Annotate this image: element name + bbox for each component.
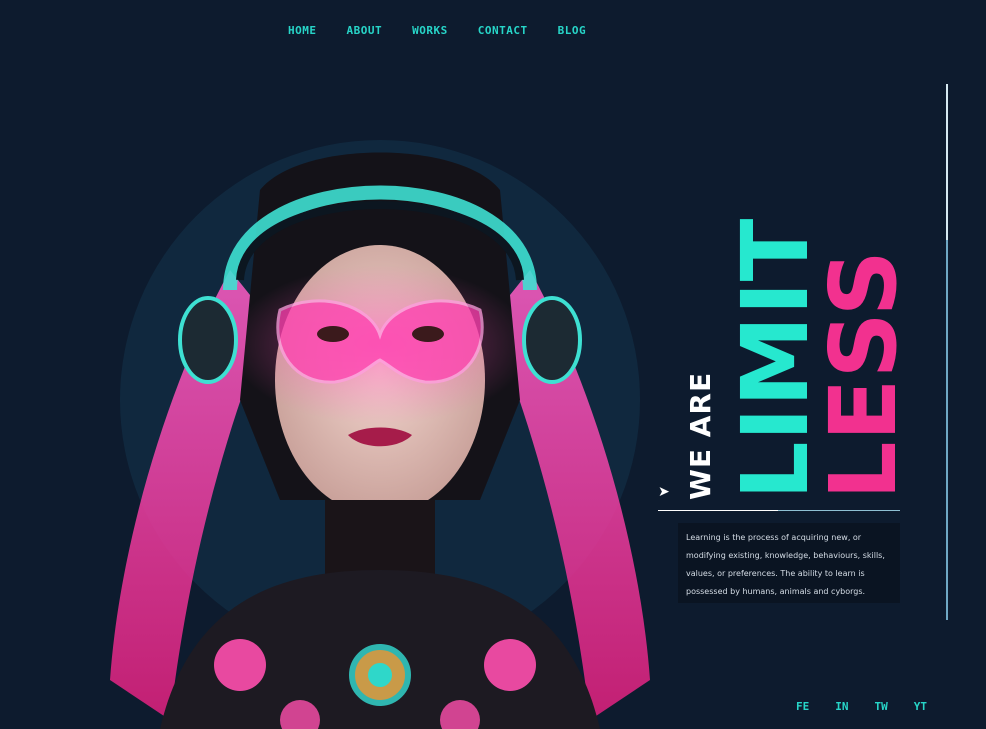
hero-title-limit: LIMIT (722, 218, 829, 500)
title-underline (658, 510, 900, 511)
nav-about[interactable]: ABOUT (347, 24, 383, 37)
social-twitter[interactable]: TW (875, 700, 888, 713)
social-links: FE IN TW YT (796, 700, 927, 713)
arrow-icon[interactable]: ➤ (658, 484, 670, 500)
social-youtube[interactable]: YT (914, 700, 927, 713)
main-nav: HOME ABOUT WORKS CONTACT BLOG (288, 24, 586, 37)
scroll-indicator[interactable] (946, 84, 948, 620)
scroll-thumb[interactable] (946, 84, 948, 240)
hero-description: Learning is the process of acquiring new… (678, 523, 900, 603)
social-facebook[interactable]: FE (796, 700, 809, 713)
hero-subtitle: WE ARE (684, 371, 717, 500)
hero-title-less: LESS (810, 250, 917, 500)
nav-blog[interactable]: BLOG (558, 24, 587, 37)
hero-portrait (110, 140, 650, 729)
nav-contact[interactable]: CONTACT (478, 24, 528, 37)
social-instagram[interactable]: IN (835, 700, 848, 713)
nav-home[interactable]: HOME (288, 24, 317, 37)
nav-works[interactable]: WORKS (412, 24, 448, 37)
